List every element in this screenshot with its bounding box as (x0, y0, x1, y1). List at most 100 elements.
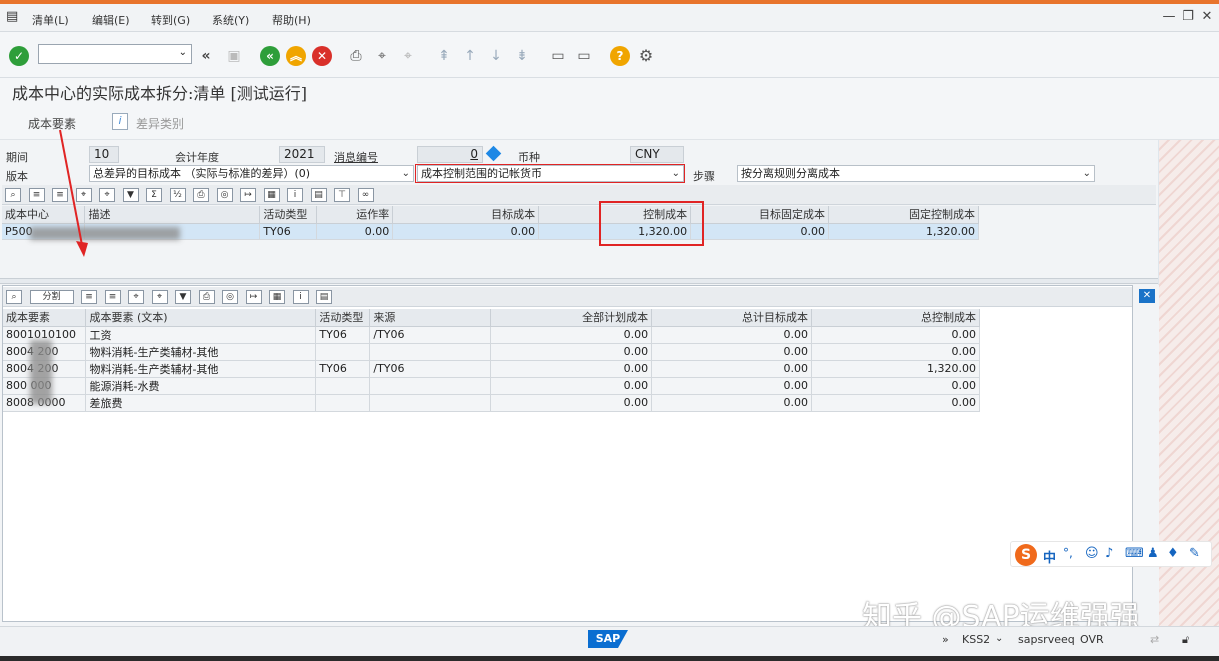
variance-category-button[interactable]: 差异类别 (136, 115, 184, 132)
settings-gear-icon[interactable]: ⚙ (636, 46, 656, 66)
cell-target-fixed-cost[interactable]: 0.00 (691, 223, 829, 239)
col-cost-element-text[interactable]: 成本要素 (文本) (86, 309, 316, 326)
previous-page-icon[interactable]: ↑ (460, 46, 480, 66)
col-total-control-cost[interactable]: 总控制成本 (812, 309, 980, 326)
back-icon[interactable]: « (260, 46, 280, 66)
keyboard-icon[interactable]: ⌨ (1125, 546, 1144, 561)
enter-check-icon[interactable]: ✓ (9, 46, 29, 66)
menu-item-help[interactable]: 帮助(H) (272, 12, 311, 28)
col-target-cost[interactable]: 目标成本 (393, 206, 539, 223)
close-panel-icon[interactable]: ✕ (1139, 289, 1155, 303)
version-select[interactable]: 总差异的目标成本 （实际与标准的差异）(0)⌄ (89, 165, 414, 182)
menu-item-list[interactable]: 清单(L) (32, 12, 69, 28)
cell-source[interactable] (370, 343, 491, 360)
info-icon[interactable]: i (293, 290, 309, 304)
shortcut-icon[interactable]: ▭ (574, 46, 594, 66)
lock-icon[interactable]: 🔓︎ (1182, 633, 1189, 647)
cell-activity-type[interactable] (316, 394, 370, 411)
message-no-field[interactable]: 0 (417, 146, 483, 163)
col-operating-rate[interactable]: 运作率 (317, 206, 393, 223)
cell-source[interactable] (370, 377, 491, 394)
col-source[interactable]: 来源 (370, 309, 491, 326)
new-session-icon[interactable]: ▭ (548, 46, 568, 66)
document-icon[interactable]: ▤ (311, 188, 327, 202)
view-icon[interactable]: ◎ (217, 188, 233, 202)
view-icon[interactable]: ◎ (222, 290, 238, 304)
find-next-icon[interactable]: ⌖ (99, 188, 115, 202)
cell-cost-element-text[interactable]: 物料消耗-生产类辅材-其他 (86, 360, 316, 377)
sogou-logo-icon[interactable]: S (1015, 544, 1037, 566)
cell-source[interactable]: /TY06 (370, 326, 491, 343)
chevron-down-icon[interactable]: ⌄ (402, 166, 410, 181)
col-target-fixed-cost[interactable]: 目标固定成本 (691, 206, 829, 223)
step-select[interactable]: 按分离规则分离成本⌄ (737, 165, 1095, 182)
message-no-label[interactable]: 消息编号 (334, 149, 378, 165)
cancel-icon[interactable]: ✕ (312, 46, 332, 66)
command-collapse-icon[interactable]: « (196, 46, 216, 66)
exit-icon[interactable]: ︽ (286, 46, 306, 66)
cell-control-cost[interactable]: 1,320.00 (812, 360, 980, 377)
cell-activity-type[interactable]: TY06 (316, 326, 370, 343)
next-page-icon[interactable]: ↓ (486, 46, 506, 66)
chart-icon[interactable]: ⊤ (334, 188, 350, 202)
cell-activity-type[interactable] (316, 343, 370, 360)
cell-control-cost[interactable]: 0.00 (812, 343, 980, 360)
cell-fixed-control-cost[interactable]: 1,320.00 (829, 223, 979, 239)
info-icon[interactable]: i (287, 188, 303, 202)
cell-plan-cost[interactable]: 0.00 (491, 326, 652, 343)
col-fixed-control-cost[interactable]: 固定控制成本 (829, 206, 979, 223)
export-icon[interactable]: ↦ (246, 290, 262, 304)
menu-item-edit[interactable]: 编辑(E) (92, 12, 130, 28)
table-row[interactable]: 8001010100 工资 TY06 /TY06 0.00 0.00 0.00 (3, 326, 980, 343)
first-page-icon[interactable]: ⇞ (434, 46, 454, 66)
table-row[interactable]: 8004 200 物料消耗-生产类辅材-其他 TY06 /TY06 0.00 0… (3, 360, 980, 377)
cell-target-cost[interactable]: 0.00 (652, 394, 812, 411)
chevron-down-icon[interactable]: ⌄ (995, 633, 1003, 644)
chevron-down-icon[interactable]: ⌄ (1083, 166, 1091, 181)
cell-activity-type[interactable]: TY06 (316, 360, 370, 377)
status-system[interactable]: KSS2 (962, 633, 990, 646)
table-row[interactable]: 8004 200 物料消耗-生产类辅材-其他 0.00 0.00 0.00 (3, 343, 980, 360)
details-icon[interactable]: ⌕ (5, 188, 21, 202)
cell-target-cost[interactable]: 0.00 (393, 223, 539, 239)
sort-descending-icon[interactable]: ≡ (105, 290, 121, 304)
cell-target-cost[interactable]: 0.00 (652, 343, 812, 360)
cell-control-cost[interactable]: 0.00 (812, 394, 980, 411)
cell-activity-type[interactable] (316, 377, 370, 394)
print-icon[interactable]: ⎙ (199, 290, 215, 304)
find-next-icon[interactable]: ⌖ (152, 290, 168, 304)
find-icon[interactable]: ⌖ (372, 46, 392, 66)
help-icon[interactable]: ? (610, 46, 630, 66)
layout-icon[interactable]: ▦ (264, 188, 280, 202)
cell-cost-element-text[interactable]: 能源消耗-水费 (86, 377, 316, 394)
splitter-handle[interactable] (0, 278, 1158, 284)
sort-ascending-icon[interactable]: ≡ (29, 188, 45, 202)
status-mode[interactable]: OVR (1080, 633, 1104, 646)
microphone-icon[interactable]: ♪ (1105, 546, 1113, 561)
cell-target-cost[interactable]: 0.00 (652, 326, 812, 343)
filter-icon[interactable]: ▼ (123, 188, 139, 202)
glasses-icon[interactable]: ∞ (358, 188, 374, 202)
wrench-icon[interactable]: ✎ (1189, 546, 1200, 561)
cell-plan-cost[interactable]: 0.00 (491, 394, 652, 411)
chevron-down-icon[interactable]: ⌄ (179, 47, 187, 58)
subtotal-icon[interactable]: ½ (170, 188, 186, 202)
filter-icon[interactable]: ▼ (175, 290, 191, 304)
cell-source[interactable] (370, 394, 491, 411)
cell-plan-cost[interactable]: 0.00 (491, 343, 652, 360)
save-icon[interactable]: ▣ (224, 46, 244, 66)
cell-control-cost[interactable]: 0.00 (812, 326, 980, 343)
col-total-plan-cost[interactable]: 全部计划成本 (491, 309, 652, 326)
cell-cost-element-text[interactable]: 物料消耗-生产类辅材-其他 (86, 343, 316, 360)
ime-chinese-mode[interactable]: 中 (1043, 547, 1056, 566)
print-icon[interactable]: ⎙ (346, 46, 366, 66)
export-icon[interactable]: ↦ (240, 188, 256, 202)
cell-target-cost[interactable]: 0.00 (652, 360, 812, 377)
col-activity-type[interactable]: 活动类型 (260, 206, 317, 223)
layout-icon[interactable]: ▦ (269, 290, 285, 304)
cell-plan-cost[interactable]: 0.00 (491, 377, 652, 394)
minimize-icon[interactable]: — (1162, 10, 1176, 24)
command-field[interactable]: ⌄ (38, 44, 192, 64)
sort-ascending-icon[interactable]: ≡ (81, 290, 97, 304)
sum-icon[interactable]: Σ (146, 188, 162, 202)
